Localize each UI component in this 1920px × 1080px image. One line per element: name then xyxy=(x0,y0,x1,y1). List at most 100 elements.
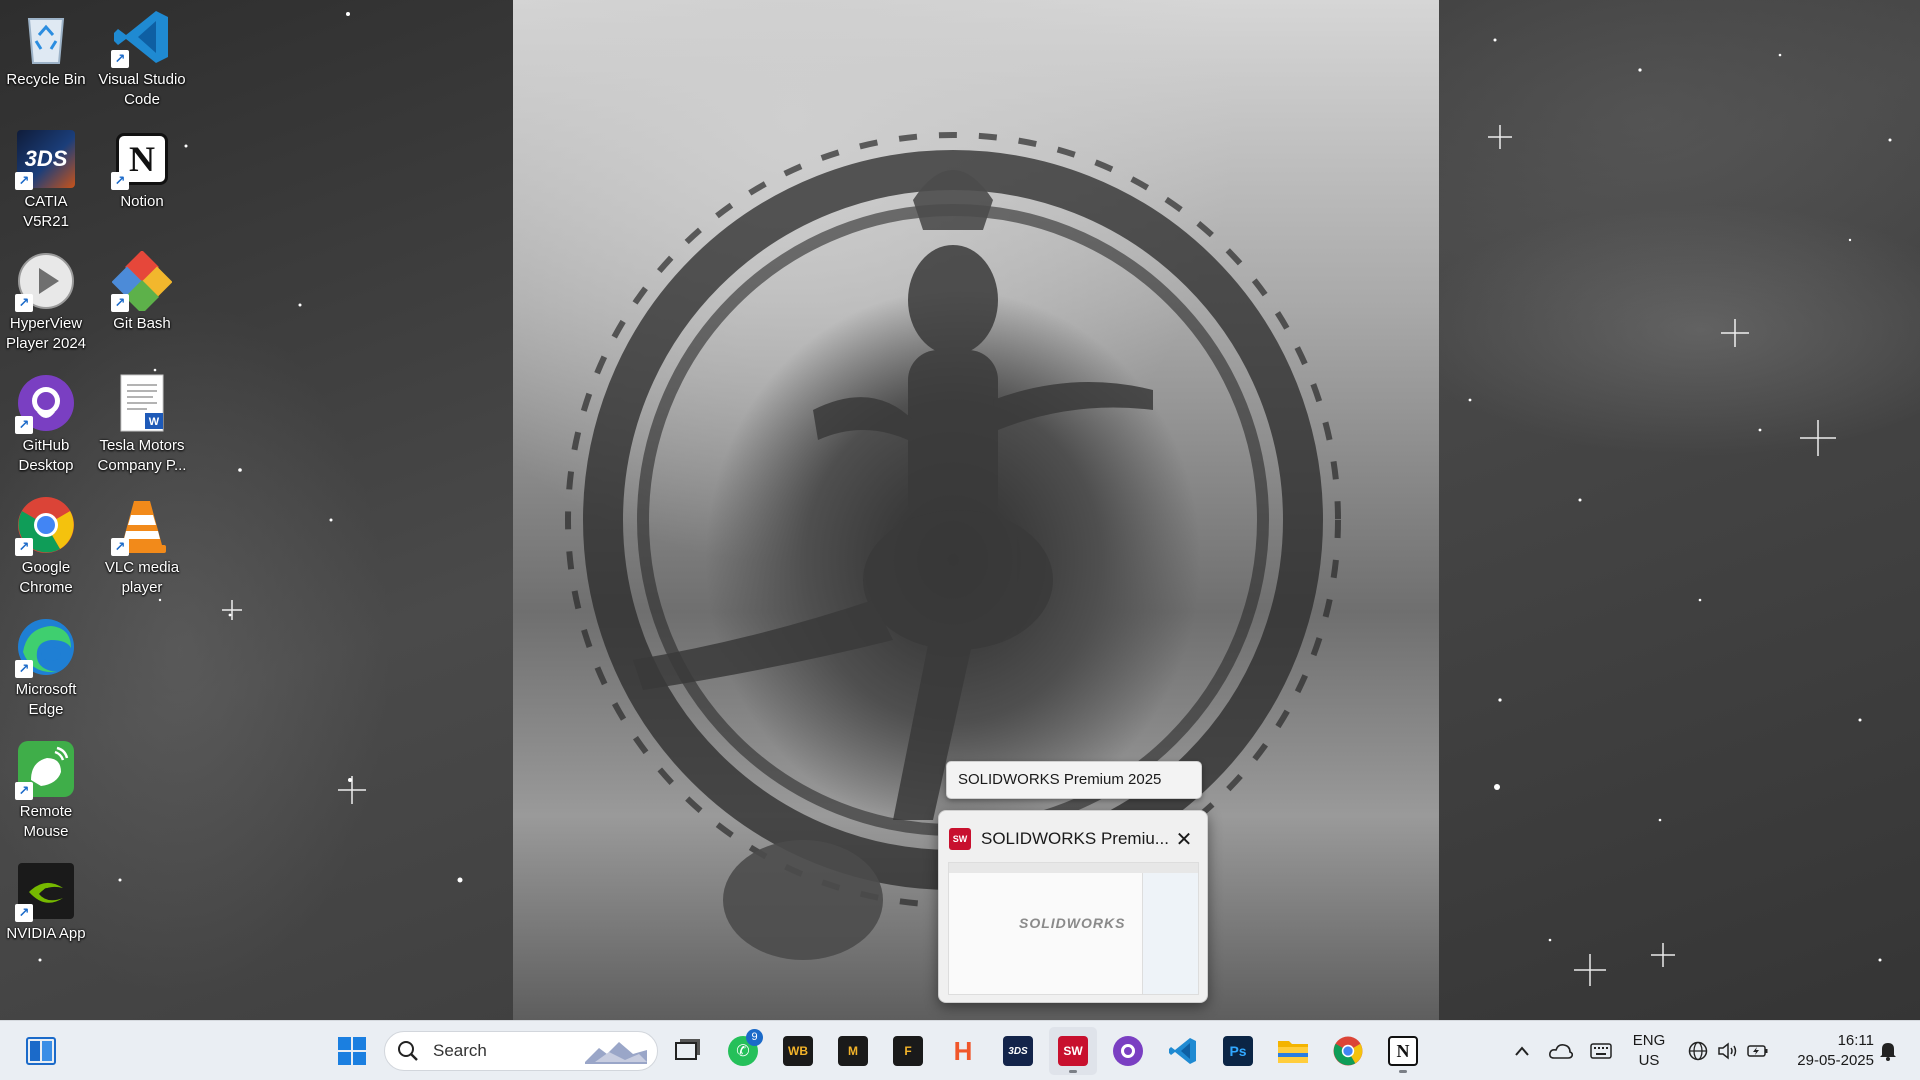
desktop-icon-edge[interactable]: ↗ Microsoft Edge xyxy=(0,616,92,720)
widgets-icon xyxy=(26,1037,56,1065)
notification-badge: 9 xyxy=(746,1029,763,1046)
shortcut-arrow-icon: ↗ xyxy=(15,538,33,556)
taskbar-photoshop[interactable]: Ps xyxy=(1214,1027,1262,1075)
desktop-icon-github-desktop[interactable]: ↗ GitHub Desktop xyxy=(0,372,92,476)
taskbar-file-explorer[interactable] xyxy=(1269,1027,1317,1075)
clock-date: 29-05-2025 xyxy=(1797,1052,1874,1069)
bell-snooze-icon xyxy=(1880,1043,1896,1061)
region-code: US xyxy=(1638,1052,1660,1069)
desktop-icon-label: Git Bash xyxy=(113,315,171,332)
clock-button[interactable]: 16:11 29-05-2025 xyxy=(1780,1031,1874,1071)
desktop-icon-label: Remote Mouse xyxy=(19,803,73,840)
shortcut-arrow-icon: ↗ xyxy=(15,782,33,800)
vlc-cone-icon: ↗ xyxy=(111,494,173,556)
shortcut-arrow-icon: ↗ xyxy=(15,416,33,434)
desktop-icon-chrome[interactable]: ↗ Google Chrome xyxy=(0,494,92,598)
shortcut-arrow-icon: ↗ xyxy=(15,294,33,312)
taskbar-vscode[interactable] xyxy=(1159,1027,1207,1075)
desktop-icon-label: Tesla Motors Company P... xyxy=(97,437,187,474)
running-indicator xyxy=(1399,1070,1407,1073)
desktop-icon-notion[interactable]: N ↗ Notion xyxy=(96,128,188,212)
preview-header: SW SOLIDWORKS Premiu... ✕ xyxy=(949,825,1197,853)
taskbar-notion[interactable]: N xyxy=(1379,1027,1427,1075)
catia-icon: 3DS xyxy=(1003,1036,1033,1066)
desktop-icon-catia[interactable]: 3DS ↗ CATIA V5R21 xyxy=(0,128,92,232)
chrome-icon xyxy=(1333,1036,1363,1066)
play-icon: ↗ xyxy=(15,250,77,312)
taskbar-whatsapp[interactable]: ✆ 9 xyxy=(719,1027,767,1075)
ansys-fluent-icon: F xyxy=(893,1036,923,1066)
desktop-icon-label: Recycle Bin xyxy=(6,71,86,88)
remote-mouse-icon: ↗ xyxy=(15,738,77,800)
taskbar-ansys-workbench[interactable]: WB xyxy=(774,1027,822,1075)
widgets-button[interactable] xyxy=(17,1027,65,1075)
photoshop-icon: Ps xyxy=(1223,1036,1253,1066)
taskbar-catia[interactable]: 3DS xyxy=(994,1027,1042,1075)
desktop-icon-git-bash[interactable]: ↗ Git Bash xyxy=(96,250,188,334)
speaker-icon xyxy=(1718,1042,1737,1060)
notion-icon: N xyxy=(1388,1036,1418,1066)
start-button[interactable] xyxy=(328,1027,376,1075)
desktop-icon-nvidia[interactable]: ↗ NVIDIA App xyxy=(0,860,92,944)
search-placeholder: Search xyxy=(433,1041,487,1060)
svg-text:W: W xyxy=(149,416,160,428)
show-hidden-icons-button[interactable] xyxy=(1508,1021,1536,1080)
preview-title: SOLIDWORKS Premiu... xyxy=(981,829,1169,848)
ansys-workbench-icon: WB xyxy=(783,1036,813,1066)
taskbar-github-desktop[interactable] xyxy=(1104,1027,1152,1075)
taskbar: Search ✆ 9 WB M F H 3DS SW Ps N ENG US 1… xyxy=(0,1020,1920,1080)
taskbar-task-view[interactable] xyxy=(662,1027,710,1075)
preview-thumbnail[interactable]: SOLIDWORKS xyxy=(948,862,1199,995)
desktop-icon-label: HyperView Player 2024 xyxy=(5,315,87,352)
vscode-icon xyxy=(1169,1038,1196,1064)
input-language-indicator[interactable]: ENG US xyxy=(1626,1031,1672,1071)
taskbar-hypermesh[interactable]: H xyxy=(939,1027,987,1075)
notion-icon: N ↗ xyxy=(111,128,173,190)
battery-button[interactable] xyxy=(1744,1021,1772,1080)
shortcut-arrow-icon: ↗ xyxy=(15,904,33,922)
desktop-icon-label: NVIDIA App xyxy=(6,925,86,942)
notifications-button[interactable] xyxy=(1874,1021,1902,1080)
close-icon[interactable]: ✕ xyxy=(1171,827,1197,852)
edge-icon: ↗ xyxy=(15,616,77,678)
solidworks-logo: SOLIDWORKS xyxy=(1019,915,1126,931)
desktop-icon-vlc[interactable]: ↗ VLC media player xyxy=(96,494,188,598)
solidworks-icon: SW xyxy=(1058,1036,1088,1066)
shortcut-arrow-icon: ↗ xyxy=(111,294,129,312)
desktop-icon-remote-mouse[interactable]: ↗ Remote Mouse xyxy=(0,738,92,842)
taskbar-chrome[interactable] xyxy=(1324,1027,1372,1075)
desktop-icon-label: CATIA V5R21 xyxy=(23,193,69,230)
desktop-icon-vscode[interactable]: ↗ Visual Studio Code xyxy=(96,6,188,110)
search-box[interactable]: Search xyxy=(384,1031,658,1071)
clock-time: 16:11 xyxy=(1837,1032,1874,1049)
hypermesh-icon: H xyxy=(953,1035,973,1066)
onedrive-tray-button[interactable] xyxy=(1546,1021,1576,1080)
taskbar-solidworks[interactable]: SW xyxy=(1049,1027,1097,1075)
solidworks-icon: SW xyxy=(949,828,971,850)
volume-button[interactable] xyxy=(1714,1021,1742,1080)
shortcut-arrow-icon: ↗ xyxy=(111,172,129,190)
desktop-icon-tesla-doc[interactable]: W Tesla Motors Company P... xyxy=(96,372,188,476)
chevron-up-icon xyxy=(1515,1046,1529,1056)
desktop-icon-hyperview[interactable]: ↗ HyperView Player 2024 xyxy=(0,250,92,354)
shortcut-arrow-icon: ↗ xyxy=(111,50,129,68)
shortcut-arrow-icon: ↗ xyxy=(15,660,33,678)
desktop-icon-label: Notion xyxy=(120,193,164,210)
touch-keyboard-button[interactable] xyxy=(1586,1021,1616,1080)
shortcut-arrow-icon: ↗ xyxy=(111,538,129,556)
word-document-icon: W xyxy=(111,372,173,434)
taskbar-ansys-fluent[interactable]: F xyxy=(884,1027,932,1075)
desktop-icon-label: Google Chrome xyxy=(19,559,73,596)
network-button[interactable] xyxy=(1684,1021,1712,1080)
desktop-icon-recycle-bin[interactable]: Recycle Bin xyxy=(0,6,92,90)
desktop-icon-label: GitHub Desktop xyxy=(18,437,74,474)
task-view-icon xyxy=(671,1036,701,1066)
taskbar-ansys-mechanical[interactable]: M xyxy=(829,1027,877,1075)
thumbnail-taskpane xyxy=(1142,873,1198,994)
thumbnail-toolbar xyxy=(949,863,1198,873)
taskbar-window-preview[interactable]: SW SOLIDWORKS Premiu... ✕ SOLIDWORKS xyxy=(938,810,1208,1003)
github-icon xyxy=(1113,1036,1143,1066)
windows-start-icon xyxy=(338,1037,366,1065)
github-icon: ↗ xyxy=(15,372,77,434)
desktop-icon-label: Visual Studio Code xyxy=(98,71,186,108)
